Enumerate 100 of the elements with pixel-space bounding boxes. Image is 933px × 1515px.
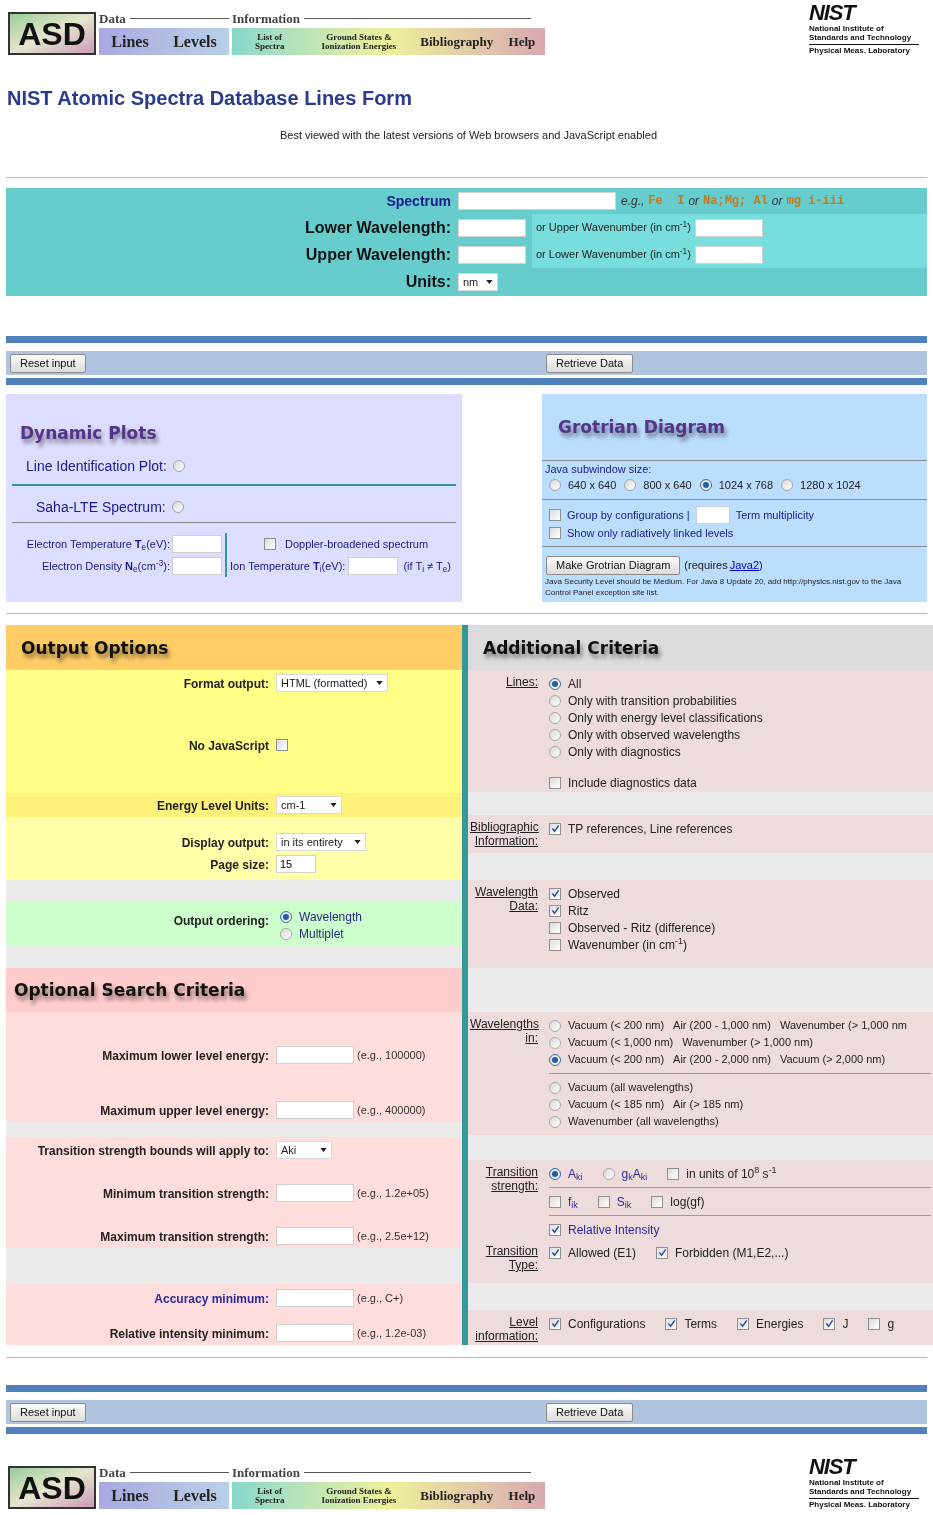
checkbox[interactable] [597, 1195, 610, 1208]
criteria-label[interactable]: Level information: [468, 1315, 538, 1343]
text-field[interactable] [276, 1227, 354, 1245]
option-label: Forbidden (M1,E2,...) [675, 1244, 789, 1262]
field-label[interactable]: Accuracy minimum: [154, 1292, 269, 1306]
nav-link[interactable]: Lines [111, 1487, 149, 1504]
text-field[interactable] [694, 245, 763, 264]
checkbox[interactable] [264, 538, 276, 550]
checkbox[interactable] [868, 1317, 881, 1330]
checkbox[interactable] [656, 1246, 669, 1259]
checkbox[interactable] [549, 509, 561, 521]
nav-group-label: Information [232, 12, 300, 25]
text-field[interactable] [458, 218, 526, 237]
text-field[interactable] [276, 1184, 354, 1202]
radio-button[interactable] [549, 1036, 561, 1049]
field-label[interactable]: Spectrum [386, 193, 451, 209]
checkbox[interactable] [549, 887, 561, 900]
text-field[interactable] [458, 245, 526, 264]
checkbox[interactable] [665, 1317, 678, 1330]
text-field[interactable] [172, 557, 222, 575]
form-button[interactable]: Make Grotrian Diagram [546, 555, 681, 575]
form-button[interactable]: Reset input [10, 1402, 86, 1422]
radio-button[interactable] [549, 694, 561, 707]
text-field[interactable] [276, 1101, 354, 1119]
criteria-label[interactable]: Wavelength Data: [468, 885, 538, 913]
text-field[interactable] [276, 1324, 354, 1342]
caret-icon [486, 280, 493, 284]
radio-button[interactable] [549, 1053, 561, 1066]
nav-link[interactable]: Ground States & Ionization Energies [312, 32, 405, 51]
radio-button[interactable] [549, 479, 561, 491]
text-field[interactable]: 15 [276, 855, 316, 873]
nav-link[interactable]: Levels [173, 1487, 217, 1504]
nav-link[interactable]: Help [508, 35, 536, 48]
radio-button[interactable] [172, 460, 185, 472]
radio-button[interactable] [280, 927, 292, 940]
checkbox[interactable] [276, 739, 288, 751]
radio-button[interactable] [171, 501, 184, 513]
nav-link[interactable]: Bibliography [420, 35, 494, 48]
checkbox[interactable] [549, 1317, 561, 1330]
option-label: Configurations [568, 1315, 646, 1333]
text-field[interactable] [276, 1046, 354, 1064]
checkbox[interactable] [549, 921, 561, 934]
dropdown[interactable]: Aki [276, 1141, 332, 1159]
radio-button[interactable] [549, 1115, 561, 1128]
option-label: Multiplet [299, 925, 344, 943]
asd-logo[interactable]: ASD [8, 1466, 96, 1509]
radio-button[interactable] [280, 910, 292, 923]
checkbox[interactable] [737, 1317, 750, 1330]
criteria-label[interactable]: Bibliographic Information: [468, 820, 538, 848]
checkbox[interactable] [549, 776, 561, 789]
text-field[interactable] [458, 192, 616, 210]
checkbox[interactable] [823, 1317, 836, 1330]
checkbox[interactable] [549, 527, 561, 539]
criteria-label[interactable]: Lines: [468, 675, 538, 689]
checkbox[interactable] [549, 1246, 561, 1259]
nav-link[interactable]: Help [508, 1489, 536, 1502]
checkbox[interactable] [549, 1195, 561, 1208]
section-heading: Output Options [21, 636, 169, 659]
text-field[interactable] [694, 218, 763, 237]
dropdown[interactable]: nm [458, 273, 498, 291]
nist-logo[interactable]: NIST National Institute of Standards and Technology Physical Meas. Laboratory [809, 1456, 927, 1510]
nav-link[interactable]: Lines [111, 33, 149, 50]
form-button[interactable]: Retrieve Data [546, 1402, 634, 1422]
criteria-label[interactable]: Transition strength: [468, 1165, 538, 1193]
text-field[interactable] [695, 506, 730, 524]
asd-logo[interactable]: ASD [8, 12, 96, 55]
nav-link[interactable]: Levels [173, 33, 217, 50]
text-field[interactable] [276, 1289, 354, 1307]
radio-button[interactable] [602, 1167, 615, 1180]
radio-button[interactable] [549, 745, 561, 758]
criteria-label[interactable]: Wavelengths in: [468, 1017, 538, 1045]
radio-button[interactable] [549, 728, 561, 741]
radio-button[interactable] [549, 1098, 561, 1111]
radio-button[interactable] [624, 479, 637, 491]
checkbox[interactable] [549, 1223, 561, 1236]
nav-link[interactable]: List of Spectra [241, 1486, 298, 1505]
checkbox[interactable] [549, 904, 561, 917]
checkbox[interactable] [651, 1195, 664, 1208]
radio-button[interactable] [549, 711, 561, 724]
text-field[interactable] [172, 535, 222, 553]
nav-link[interactable]: Ground States & Ionization Energies [312, 1486, 405, 1505]
nist-logo[interactable]: NIST National Institute of Standards and Technology Physical Meas. Laboratory [809, 2, 927, 56]
dropdown[interactable]: cm-1 [276, 796, 342, 814]
radio-button[interactable] [549, 1081, 561, 1094]
form-button[interactable]: Retrieve Data [546, 353, 634, 373]
checkbox[interactable] [549, 938, 561, 951]
dropdown[interactable]: HTML (formatted) [276, 674, 388, 692]
checkbox[interactable] [667, 1167, 680, 1180]
dropdown[interactable]: in its entirety [276, 833, 366, 851]
text-field[interactable] [348, 557, 399, 575]
nav-link[interactable]: List of Spectra [241, 32, 298, 51]
criteria-label[interactable]: Transition Type: [468, 1244, 538, 1272]
radio-button[interactable] [699, 479, 712, 491]
radio-button[interactable] [549, 677, 561, 690]
radio-button[interactable] [549, 1167, 561, 1180]
radio-button[interactable] [781, 479, 794, 491]
form-button[interactable]: Reset input [10, 353, 86, 373]
radio-button[interactable] [549, 1019, 561, 1032]
nav-link[interactable]: Bibliography [420, 1489, 494, 1502]
checkbox[interactable] [549, 822, 561, 835]
